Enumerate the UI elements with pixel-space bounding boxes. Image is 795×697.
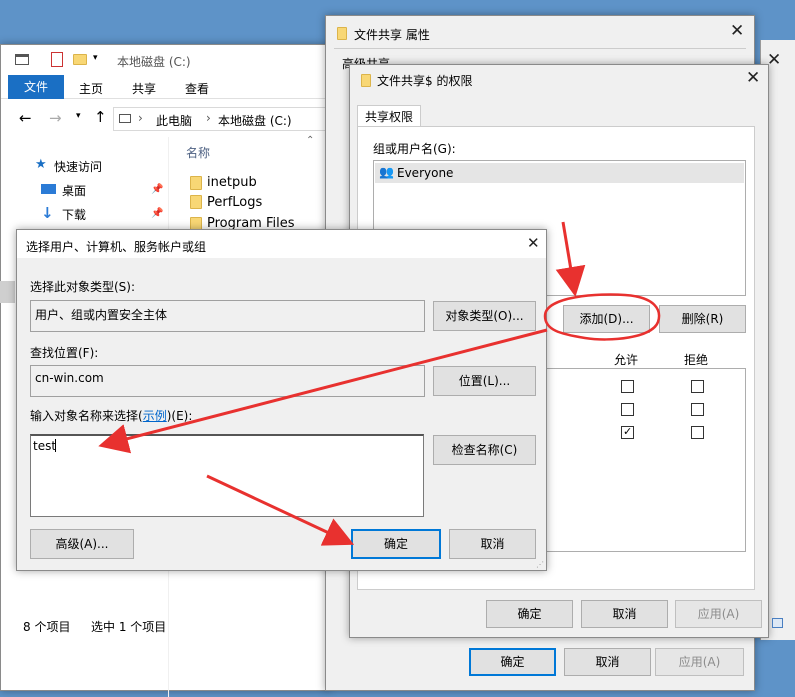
annotation-ellipse [543,293,661,341]
annotation-arrow [555,221,586,297]
annotation-arrow [98,328,548,454]
annotation-overlay [98,221,661,546]
annotation-arrow [206,474,355,546]
